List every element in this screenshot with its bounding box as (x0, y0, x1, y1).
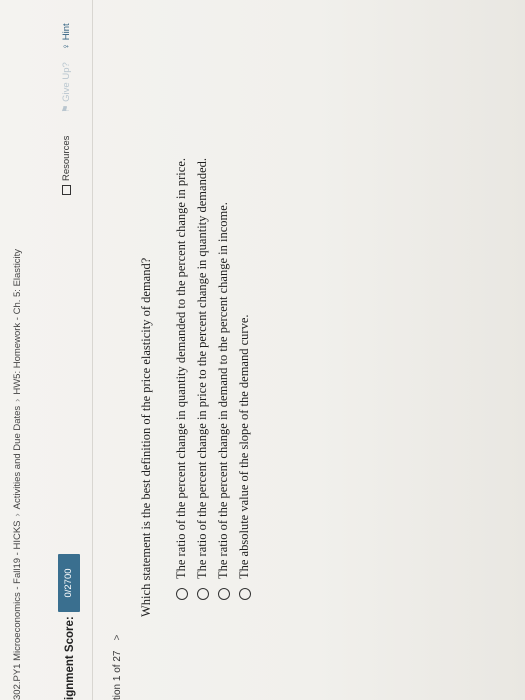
resources-icon (61, 185, 71, 195)
score-bar: ignment Score: 0/2700 Resources ⚑ Give U… (58, 0, 88, 700)
breadcrumb-separator: › (12, 398, 23, 402)
answer-option[interactable]: The ratio of the percent change in price… (192, 158, 213, 600)
answer-options: The ratio of the percent change in quant… (171, 158, 255, 600)
answer-option[interactable]: The ratio of the percent change in deman… (213, 158, 234, 600)
assignment-score-label: ignment Score: (64, 616, 76, 700)
give-up-button[interactable]: ⚑ Give Up? (61, 62, 72, 113)
photo-background: 302.PY1 Microeconomics - Fall19 - HICKS ›… (0, 0, 525, 700)
radio-button[interactable] (238, 588, 251, 600)
hint-label: Hint (61, 23, 72, 41)
homework-page: 302.PY1 Microeconomics - Fall19 - HICKS ›… (0, 0, 525, 700)
option-text: The absolute value of the slope of the d… (237, 314, 251, 580)
breadcrumb: 302.PY1 Microeconomics - Fall19 - HICKS ›… (12, 249, 23, 700)
option-text: The ratio of the percent change in deman… (216, 202, 230, 579)
resources-label: Resources (61, 135, 72, 181)
flag-icon: ⚑ (61, 101, 72, 113)
give-up-label: Give Up? (61, 62, 72, 102)
question-prompt: Which statement is the best definition o… (139, 257, 153, 617)
question-counter: tion 1 of 27 (112, 650, 123, 700)
breadcrumb-assignment: HW5: Homework - Ch. 5: Elasticity (12, 248, 23, 395)
lightbulb-icon: ♀ (61, 40, 72, 50)
radio-button[interactable] (196, 588, 209, 600)
breadcrumb-course[interactable]: 302.PY1 Microeconomics - Fall19 - HICKS (12, 520, 23, 700)
hint-button[interactable]: ♀ Hint (61, 23, 72, 50)
radio-button[interactable] (175, 588, 188, 600)
next-question-chevron-icon[interactable]: > (112, 635, 123, 641)
score-badge: 0/2700 (58, 554, 80, 612)
radio-button[interactable] (217, 588, 230, 600)
breadcrumb-section[interactable]: Activities and Due Dates (12, 406, 23, 510)
resources-button[interactable]: Resources (61, 136, 72, 195)
answer-option[interactable]: The ratio of the percent change in quant… (171, 158, 192, 600)
question-nav: tion 1 of 27 > (112, 635, 123, 700)
option-text: The ratio of the percent change in quant… (174, 157, 188, 579)
answer-option[interactable]: The absolute value of the slope of the d… (234, 158, 255, 600)
option-text: The ratio of the percent change in price… (195, 157, 209, 579)
divider (92, 0, 93, 700)
breadcrumb-separator: › (12, 513, 23, 517)
